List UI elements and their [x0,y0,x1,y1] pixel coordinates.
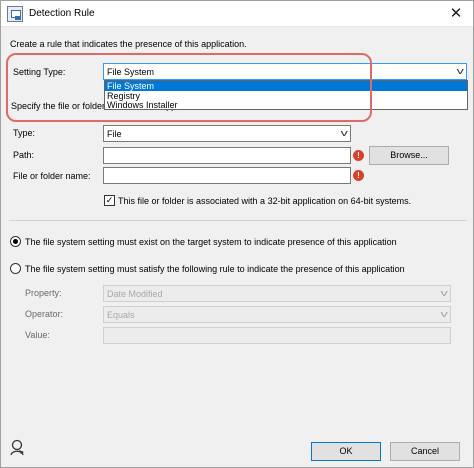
file-or-folder-name-input[interactable] [103,167,351,184]
window-app-icon [7,6,23,22]
value-input[interactable] [103,327,451,344]
path-label: Path: [13,150,35,160]
title-bar: Detection Rule ✕ [1,1,473,27]
cancel-button[interactable]: Cancel [390,442,460,461]
32bit-checkbox[interactable]: ✓ [104,195,115,206]
window-title: Detection Rule [29,8,95,19]
chevron-down-icon: v [440,309,448,319]
type-label: Type: [13,128,36,138]
must-satisfy-radio-label: The file system setting must satisfy the… [25,264,405,274]
property-value: Date Modified [107,289,163,299]
must-exist-radio[interactable] [10,236,21,247]
intro-text: Create a rule that indicates the presenc… [10,39,247,49]
divider [9,220,467,221]
chevron-down-icon: v [440,288,448,298]
type-dropdown[interactable]: File v [103,125,351,142]
chevron-down-icon: v [456,66,464,76]
property-dropdown[interactable]: Date Modified v [103,285,451,302]
path-input[interactable] [103,147,351,164]
close-icon[interactable]: ✕ [447,5,465,23]
operator-label: Operator: [25,309,64,319]
property-label: Property: [25,288,62,298]
must-satisfy-radio[interactable] [10,263,21,274]
error-icon: ! [353,170,364,181]
browse-button[interactable]: Browse... [369,146,449,165]
error-icon: ! [353,150,364,161]
detection-rule-dialog: Detection Rule ✕ Create a rule that indi… [0,0,474,468]
must-exist-radio-label: The file system setting must exist on th… [25,237,397,247]
operator-value: Equals [107,310,135,320]
file-or-folder-name-label: File or folder name: [13,171,91,181]
highlight-annotation [6,53,372,122]
operator-dropdown[interactable]: Equals v [103,306,451,323]
type-value: File [107,129,122,139]
help-icon[interactable] [9,439,27,457]
ok-button[interactable]: OK [311,442,381,461]
32bit-checkbox-label: This file or folder is associated with a… [118,196,412,206]
chevron-down-icon: v [340,128,348,138]
value-label: Value: [25,330,50,340]
